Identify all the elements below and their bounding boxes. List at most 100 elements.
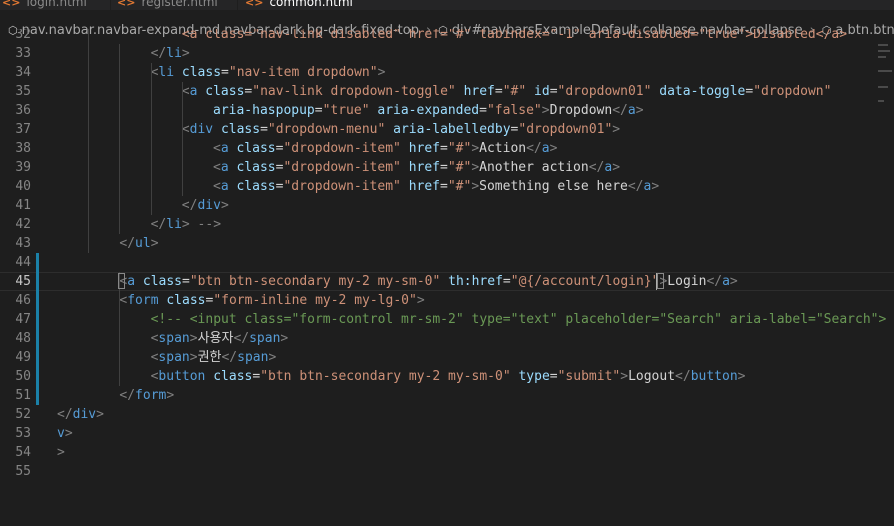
- code-line[interactable]: 36 aria-haspopup="true" aria-expanded="fa…: [0, 101, 894, 120]
- code-token: "@{/account/login}": [510, 274, 660, 289]
- code-token: class: [166, 293, 206, 308]
- code-line[interactable]: 38 <a class="dropdown-item" href="#">Acti…: [0, 139, 894, 158]
- code-text: <form class="form-inline my-2 my-lg-0">: [119, 291, 424, 310]
- code-line[interactable]: 53 v>: [0, 424, 894, 443]
- code-line[interactable]: 47 <!-- <input class="form-control mr-sm-…: [0, 310, 894, 329]
- code-token: >: [377, 65, 386, 80]
- code-token: </: [612, 103, 628, 118]
- code-text: <a class="nav-link disabled" href="#" ta…: [182, 29, 847, 44]
- code-line[interactable]: 43 </ul>: [0, 234, 894, 253]
- code-line[interactable]: 51 </form>: [0, 386, 894, 405]
- code-line[interactable]: 41 </div>: [0, 196, 894, 215]
- code-token: <: [181, 84, 190, 99]
- code-token: span: [158, 331, 190, 346]
- code-line[interactable]: 52 </div>: [0, 405, 894, 424]
- indent-guide: [119, 44, 121, 234]
- code-token: "btn btn-secondary my-2 my-sm-0": [260, 369, 511, 384]
- minimap-line: [878, 50, 890, 52]
- code-token: Action: [479, 141, 527, 156]
- code-line[interactable]: 54 >: [0, 443, 894, 462]
- code-text: </div>: [57, 405, 104, 424]
- line-number: 46: [15, 293, 31, 308]
- code-line[interactable]: 42 </li> -->: [0, 215, 894, 234]
- code-token: >: [635, 103, 644, 118]
- code-text: <!-- <input class="form-control mr-sm-2"…: [151, 310, 894, 329]
- code-line[interactable]: 39 <a class="dropdown-item" href="#">Anot…: [0, 158, 894, 177]
- code-line[interactable]: 35 <a class="nav-link dropdown-toggle" hr…: [0, 82, 894, 101]
- code-token: type: [518, 369, 550, 384]
- minimap[interactable]: [876, 40, 894, 526]
- tab-register-html[interactable]: <> register.html: [117, 0, 238, 10]
- code-token: li: [158, 65, 175, 80]
- line-number: 48: [15, 331, 31, 346]
- bracket-match-close: [656, 273, 664, 289]
- code-line[interactable]: 45 <a class="btn btn-secondary my-2 my-sm…: [0, 272, 894, 291]
- code-editor[interactable]: 32 <a class="nav-link disabled" href="#" …: [0, 29, 894, 526]
- minimap-line: [878, 100, 884, 102]
- minimap-line: [878, 70, 892, 72]
- code-token: <: [213, 179, 221, 194]
- code-token: data-toggle: [659, 84, 746, 99]
- line-number: 47: [15, 312, 31, 327]
- code-token: "#": [447, 141, 472, 156]
- minimap-line: [878, 56, 886, 58]
- tab-login-html[interactable]: <> login.html: [0, 0, 111, 10]
- code-token: span: [249, 331, 281, 346]
- code-token: div: [189, 122, 214, 137]
- code-token: <a class="nav-link disabled" href="#" ta…: [181, 29, 848, 42]
- code-token: aria-expanded: [377, 103, 480, 118]
- code-token: aria-haspopup: [213, 103, 315, 118]
- indent-guide: [181, 82, 183, 120]
- code-token: >: [729, 274, 738, 289]
- code-line[interactable]: 33 </li>: [0, 44, 894, 63]
- code-line[interactable]: 32 <a class="nav-link disabled" href="#" …: [0, 29, 894, 44]
- code-token: 권한: [197, 350, 222, 365]
- line-number: 41: [15, 198, 31, 213]
- code-token: "#": [447, 179, 472, 194]
- code-token: </: [627, 179, 644, 194]
- code-token: ul: [135, 236, 151, 251]
- code-line[interactable]: 40 <a class="dropdown-item" href="#">Some…: [0, 177, 894, 196]
- code-line[interactable]: 50 <button class="btn btn-secondary my-2 …: [0, 367, 894, 386]
- indent-guide: [150, 63, 152, 215]
- code-line[interactable]: 48 <span>사용자</span>: [0, 329, 894, 348]
- code-token: >: [737, 369, 746, 384]
- code-text: </ul>: [119, 234, 158, 253]
- code-token: >: [189, 350, 198, 365]
- tab-label: login.html: [26, 0, 87, 9]
- code-token: Login: [667, 274, 707, 289]
- code-line[interactable]: 49 <span>권한</span>: [0, 348, 894, 367]
- minimap-line: [878, 44, 888, 46]
- indent-guide: [88, 29, 90, 253]
- code-token: <!-- <input class="form-control mr-sm-2"…: [150, 312, 894, 327]
- code-text: <button class="btn btn-secondary my-2 my…: [151, 367, 746, 386]
- modified-lines-marker[interactable]: [36, 253, 39, 405]
- code-token: >: [220, 198, 229, 213]
- code-token: <: [181, 122, 190, 137]
- code-line[interactable]: 34 <li class="nav-item dropdown">: [0, 63, 894, 82]
- code-line[interactable]: 44: [0, 253, 894, 272]
- code-token: </: [675, 369, 691, 384]
- code-token: "btn btn-secondary my-2 my-sm-0": [189, 274, 441, 289]
- code-text: </li> -->: [151, 215, 221, 234]
- code-token: a: [127, 274, 136, 289]
- code-token: a: [722, 274, 730, 289]
- code-token: =: [440, 141, 448, 156]
- code-token: "nav-link dropdown-toggle": [252, 84, 456, 99]
- code-token: =: [440, 179, 448, 194]
- code-token: div: [197, 198, 221, 213]
- tab-common-html[interactable]: <> common.html: [245, 0, 385, 10]
- line-number: 39: [15, 160, 31, 175]
- code-text: <li class="nav-item dropdown">: [151, 63, 386, 82]
- line-number: 36: [15, 103, 31, 118]
- code-token: button: [158, 369, 206, 384]
- code-line[interactable]: 37 <div class="dropdown-menu" aria-labell…: [0, 120, 894, 139]
- code-line[interactable]: 55: [0, 462, 894, 481]
- code-text: </div>: [182, 196, 229, 215]
- line-number: 44: [15, 255, 31, 270]
- code-token: </: [57, 407, 73, 422]
- code-token: class: [220, 122, 261, 137]
- code-line[interactable]: 46 <form class="form-inline my-2 my-lg-0"…: [0, 291, 894, 310]
